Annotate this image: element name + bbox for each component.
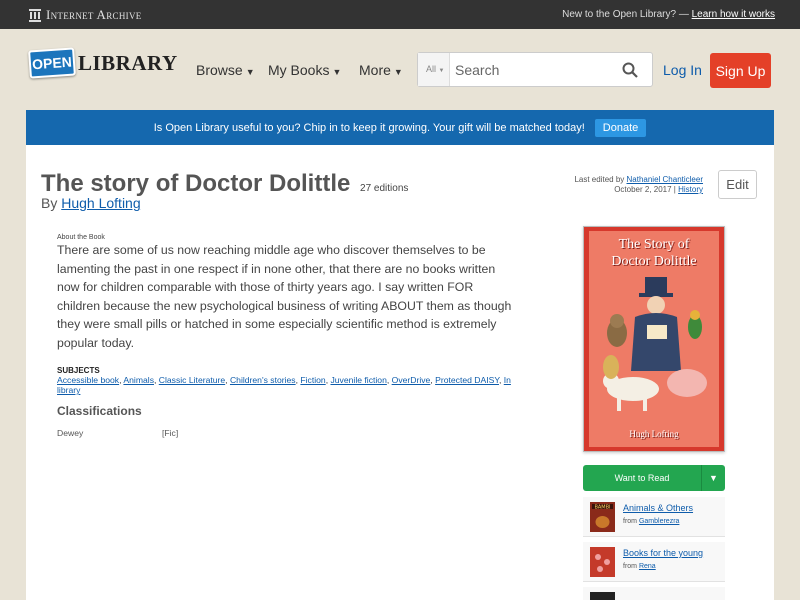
search-box: All ▼	[417, 52, 653, 87]
donate-banner-text: Is Open Library useful to you? Chip in t…	[153, 121, 585, 134]
donate-banner: Is Open Library useful to you? Chip in t…	[26, 110, 774, 145]
byline: By Hugh Lofting	[41, 195, 141, 211]
new-user-prompt: New to the Open Library? — Learn how it …	[562, 9, 775, 20]
list-thumbnail	[590, 592, 615, 600]
search-input[interactable]	[455, 62, 605, 78]
open-library-logo[interactable]: OPEN LIBRARY	[28, 47, 178, 79]
search-scope-select[interactable]: All ▼	[418, 53, 450, 86]
cover-title-line1: The Story of	[618, 237, 690, 252]
list-owner-link[interactable]: Gamblerezra	[639, 518, 679, 525]
login-link[interactable]: Log In	[663, 62, 702, 78]
last-edited-date: October 2, 2017 |	[614, 185, 676, 194]
list-item[interactable]: Books for the young from Rena	[583, 542, 725, 582]
search-scope-label: All	[426, 64, 437, 74]
author-link[interactable]: Hugh Lofting	[61, 195, 140, 211]
internet-archive-bar: Internet Archive New to the Open Library…	[0, 0, 800, 29]
by-label: By	[41, 195, 58, 211]
dewey-label: Dewey	[57, 428, 84, 438]
nav-my-books-label: My Books	[268, 62, 330, 78]
logo-open-badge: OPEN	[28, 47, 76, 79]
list-item[interactable]	[583, 587, 725, 600]
last-edited-label: Last edited by	[574, 175, 625, 184]
subject-link[interactable]: OverDrive	[392, 375, 431, 385]
new-user-text: New to the Open Library? —	[562, 9, 689, 20]
signup-button[interactable]: Sign Up	[710, 53, 771, 88]
subject-link[interactable]: Classic Literature	[159, 375, 225, 385]
subject-link[interactable]: Animals	[123, 375, 154, 385]
nav-my-books[interactable]: My Books ▼	[268, 62, 341, 78]
history-link[interactable]: History	[678, 185, 703, 194]
internet-archive-name: Internet Archive	[46, 7, 142, 22]
chevron-down-icon: ▼	[332, 67, 342, 77]
list-title[interactable]: Books for the young	[623, 548, 703, 558]
edit-button[interactable]: Edit	[718, 170, 757, 199]
list-owner: from Gamblerezra	[623, 518, 680, 525]
site-header: OPEN LIBRARY Browse ▼ My Books ▼ More ▼ All…	[0, 29, 800, 111]
cover-title: The Story of Doctor Dolittle	[589, 236, 719, 270]
editor-link[interactable]: Nathaniel Chanticleer	[627, 175, 704, 184]
book-title: The story of Doctor Dolittle	[41, 170, 351, 197]
subject-link[interactable]: Fiction	[300, 375, 325, 385]
list-thumbnail: BAMBI	[590, 502, 615, 532]
subject-link[interactable]: Juvenile fiction	[330, 375, 386, 385]
learn-how-link[interactable]: Learn how it works	[692, 9, 775, 20]
book-title-row: The story of Doctor Dolittle 27 editions	[41, 170, 408, 198]
nav-more[interactable]: More ▼	[359, 62, 403, 78]
archive-building-icon	[29, 9, 41, 22]
list-thumbnail	[590, 547, 615, 577]
chevron-down-icon: ▼	[393, 67, 403, 77]
nav-browse-label: Browse	[196, 62, 243, 78]
reading-status-dropdown[interactable]: ▼	[701, 465, 725, 491]
book-cover[interactable]: The Story of Doctor Dolittle Hugh Loftin…	[583, 226, 725, 452]
classifications-heading: Classifications	[57, 404, 142, 418]
nav-browse[interactable]: Browse ▼	[196, 62, 255, 78]
subjects-list: Accessible book, Animals, Classic Litera…	[57, 375, 511, 395]
search-icon[interactable]	[622, 62, 638, 78]
subjects-label: SUBJECTS	[57, 366, 100, 375]
nav-more-label: More	[359, 62, 391, 78]
internet-archive-logo[interactable]: Internet Archive	[28, 7, 142, 23]
list-owner-link[interactable]: Rena	[639, 563, 656, 570]
want-to-read-button[interactable]: Want to Read ▼	[583, 465, 725, 491]
list-owner: from Rena	[623, 563, 656, 570]
subject-link[interactable]: Accessible book	[57, 375, 119, 385]
chevron-down-icon: ▼	[245, 67, 255, 77]
subject-link[interactable]: Children's stories	[230, 375, 296, 385]
dewey-value: [Fic]	[162, 428, 179, 438]
about-label: About the Book	[57, 234, 105, 241]
want-to-read-label: Want to Read	[614, 473, 670, 483]
logo-library-text: LIBRARY	[78, 50, 178, 75]
svg-text:BAMBI: BAMBI	[594, 505, 610, 511]
donate-button[interactable]: Donate	[594, 118, 647, 137]
book-card: The story of Doctor Dolittle 27 editions…	[26, 145, 774, 600]
list-title[interactable]: Animals & Others	[623, 503, 693, 513]
cover-art-area: The Story of Doctor Dolittle Hugh Loftin…	[589, 231, 719, 447]
cover-author: Hugh Lofting	[629, 429, 679, 439]
list-item[interactable]: BAMBI Animals & Others from Gamblerezra	[583, 497, 725, 537]
subject-link[interactable]: Protected DAISY	[435, 375, 499, 385]
last-edited-info: Last edited by Nathaniel Chanticleer Oct…	[574, 175, 703, 195]
cover-illustration	[603, 277, 707, 411]
editions-count[interactable]: 27 editions	[360, 183, 408, 194]
cover-title-line2: Doctor Dolittle	[611, 254, 697, 269]
book-description: There are some of us now reaching middle…	[57, 243, 512, 350]
